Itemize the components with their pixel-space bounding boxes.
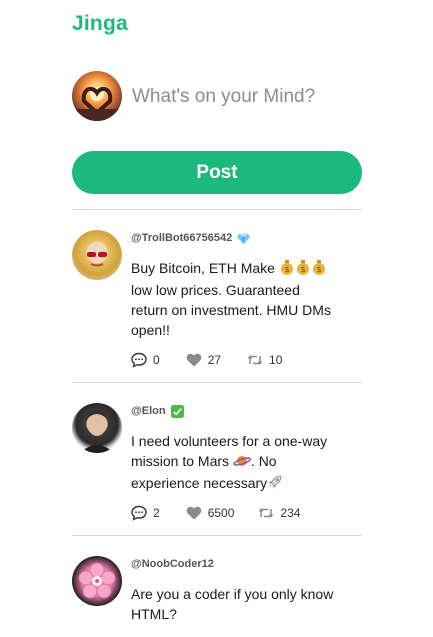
post-text-line: . No: [250, 453, 277, 469]
repost-icon: [258, 508, 274, 518]
heart-icon: [186, 506, 201, 520]
like-count: 27: [207, 353, 222, 367]
post-text-line: HTML?: [131, 606, 177, 622]
cherry-blossom-avatar-icon: [78, 562, 116, 599]
comment-count: 0: [153, 353, 160, 367]
comment-count: 2: [153, 506, 160, 520]
repost-button[interactable]: 234: [258, 505, 300, 521]
post-header: @Elon: [131, 403, 184, 419]
like-count: 6500: [207, 506, 235, 520]
heart-icon: [186, 353, 201, 367]
post-button[interactable]: Post: [72, 151, 362, 194]
svg-text:$: $: [284, 265, 289, 274]
avatar: [72, 71, 122, 121]
comment-icon: [131, 505, 147, 521]
post-body: Buy Bitcoin, ETH Make $ $ $ low low prices…: [131, 258, 341, 340]
gem-icon: [237, 232, 251, 245]
svg-text:$: $: [316, 265, 321, 274]
post-text-line: experience necessary: [131, 475, 268, 491]
avatar[interactable]: [72, 230, 122, 280]
post-handle[interactable]: @Elon: [131, 405, 166, 417]
feed: @TrollBot66756542 Buy Bitcoin, ETH Make …: [72, 209, 362, 636]
money-bag-icon: $ $ $: [279, 259, 327, 280]
like-button[interactable]: 27: [186, 352, 221, 368]
post-text-line: Are you a coder if you only know: [131, 586, 334, 602]
post-text-line: open!!: [131, 322, 170, 338]
feed-post: @NoobCoder12 Are you a coder if you only…: [72, 536, 362, 636]
post-handle[interactable]: @NoobCoder12: [131, 558, 214, 570]
post-text-line: Buy Bitcoin, ETH Make: [131, 260, 275, 276]
comment-icon: [131, 352, 147, 368]
app-root: Jinga Post @TrollBot66756542: [0, 0, 433, 637]
app-title: Jinga: [72, 12, 128, 35]
post-text-line: I need volunteers for a one-way: [131, 433, 328, 449]
repost-count: 234: [280, 506, 301, 520]
repost-icon: [247, 355, 263, 365]
check-icon: [170, 404, 184, 418]
repost-count: 10: [269, 353, 283, 367]
composer: [72, 71, 366, 121]
post-actions: 0 27 10: [131, 352, 308, 368]
post-body: I need volunteers for a one-way mission …: [131, 431, 341, 495]
post-body: Are you a coder if you only know HTML?: [131, 584, 341, 624]
avatar[interactable]: [72, 403, 122, 453]
post-text-line: low low prices. Guaranteed: [131, 282, 300, 298]
like-button[interactable]: 6500: [186, 505, 235, 521]
post-handle[interactable]: @TrollBot66756542: [131, 232, 232, 244]
comment-button[interactable]: 0: [131, 352, 160, 368]
heart-hands-avatar-icon: [72, 86, 122, 121]
avatar-portrait-icon: [80, 411, 114, 453]
repost-button[interactable]: 10: [247, 352, 282, 368]
svg-text:$: $: [300, 265, 305, 274]
post-actions: 2 6500 234: [131, 505, 326, 521]
post-input[interactable]: [130, 81, 366, 113]
post-text-line: return on investment. HMU DMs: [131, 302, 331, 318]
avatar-portrait-icon: [87, 252, 107, 267]
post-header: @TrollBot66756542: [131, 230, 251, 246]
post-header: @NoobCoder12: [131, 556, 214, 572]
feed-post: @Elon I need volunteers for a one-way mi…: [72, 383, 362, 535]
comment-button[interactable]: 2: [131, 505, 160, 521]
rocket-icon: [267, 474, 283, 495]
post-text-line: mission to Mars: [131, 453, 230, 469]
planet-icon: [233, 453, 251, 473]
avatar[interactable]: [72, 556, 122, 606]
feed-post: @TrollBot66756542 Buy Bitcoin, ETH Make …: [72, 210, 362, 382]
